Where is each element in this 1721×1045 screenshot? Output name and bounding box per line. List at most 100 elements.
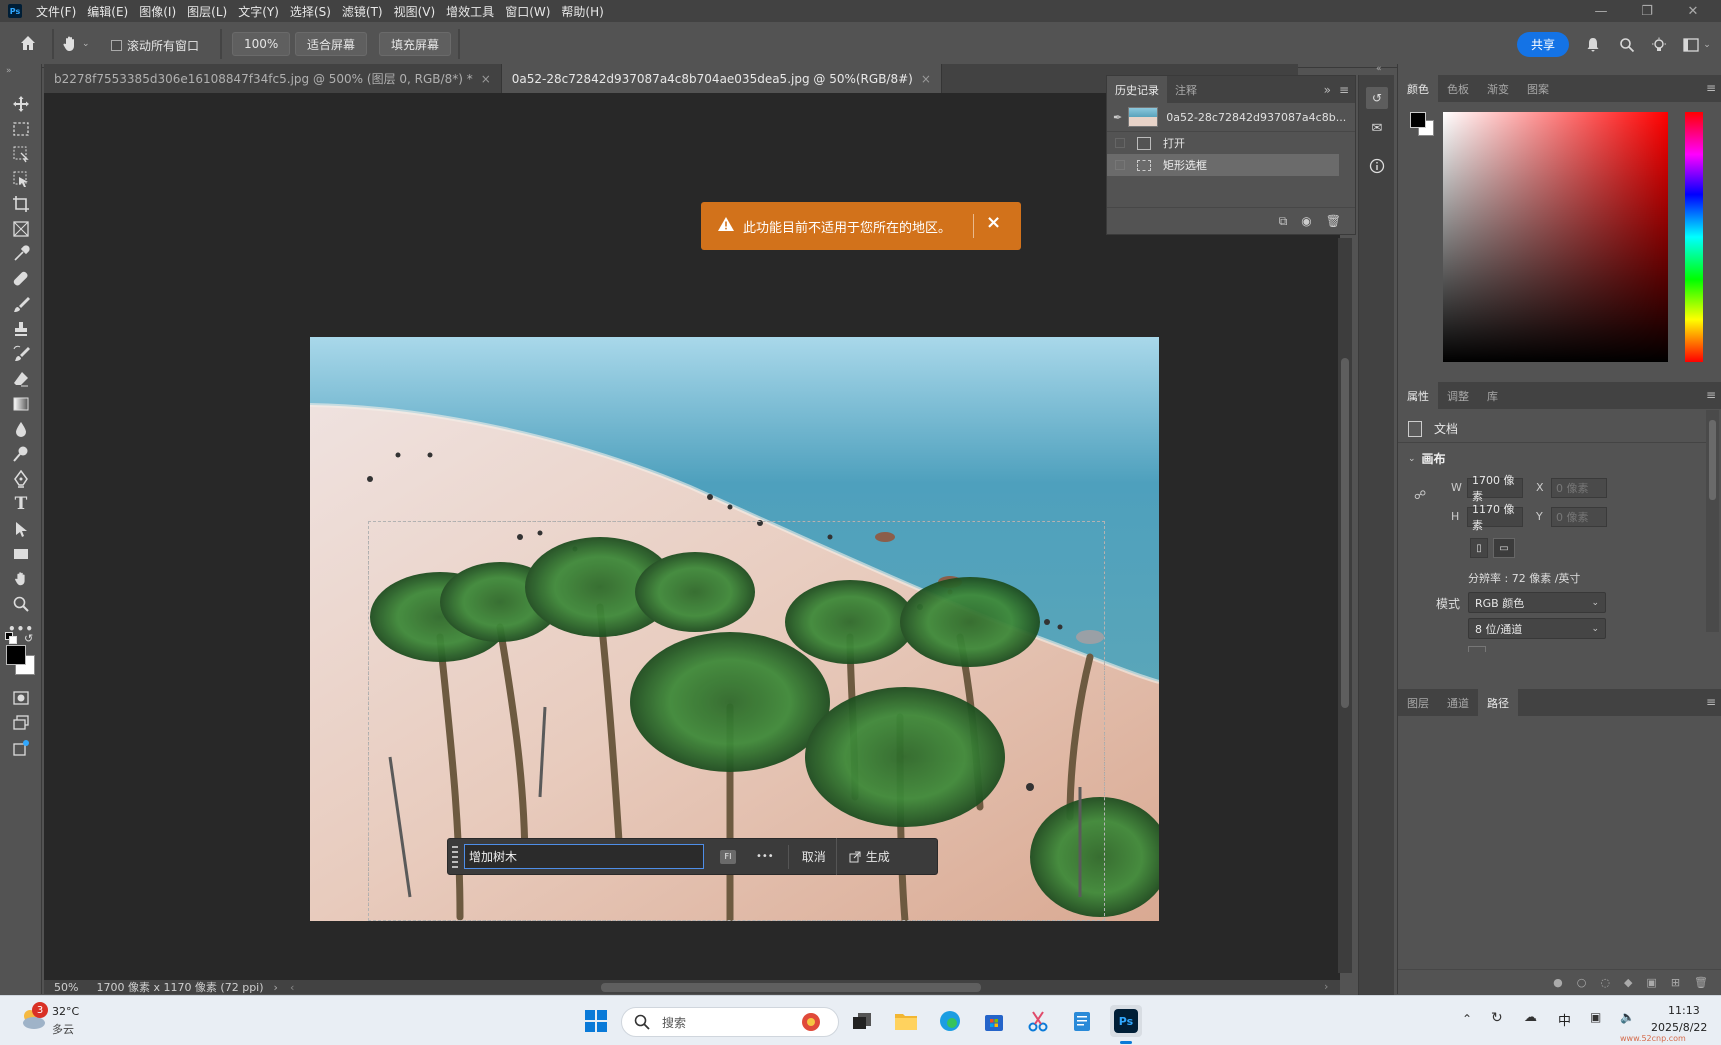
collapse-panels-icon[interactable]: «: [1376, 64, 1382, 74]
foreground-color-swatch[interactable]: [6, 645, 26, 665]
bell-icon[interactable]: [1582, 34, 1604, 56]
edit-toolbar-icon[interactable]: [10, 738, 32, 758]
history-step[interactable]: 打开: [1107, 132, 1355, 154]
swap-colors-icon[interactable]: ↺: [24, 632, 36, 645]
scroll-right-icon[interactable]: ›: [1324, 980, 1328, 993]
make-work-path-icon[interactable]: ◆: [1624, 976, 1632, 989]
hand-tool-preset-picker[interactable]: ⌄: [60, 33, 96, 55]
show-hidden-icons-icon[interactable]: ⌃: [1462, 1012, 1472, 1026]
tab-notes[interactable]: 注释: [1167, 76, 1205, 103]
menu-type[interactable]: 文字(Y): [238, 3, 279, 20]
cancel-button[interactable]: 取消: [802, 848, 826, 865]
volume-icon[interactable]: 🔈: [1620, 1010, 1635, 1024]
menu-edit[interactable]: 编辑(E): [87, 3, 128, 20]
history-step-checkbox[interactable]: [1115, 138, 1125, 148]
drag-handle-icon[interactable]: [452, 843, 458, 871]
search-icon[interactable]: [1616, 34, 1638, 56]
rectangle-tool-icon[interactable]: [10, 544, 32, 564]
properties-scroll-thumb[interactable]: [1709, 420, 1716, 500]
cloud-offline-icon[interactable]: ☁: [1524, 1010, 1537, 1025]
home-icon[interactable]: [18, 33, 42, 55]
zoom-level[interactable]: 50%: [54, 981, 78, 994]
scroll-all-checkbox[interactable]: [111, 40, 122, 51]
file-explorer-icon[interactable]: [890, 1005, 922, 1037]
panel-menu-icon[interactable]: ≡: [1706, 388, 1716, 402]
tab-history[interactable]: 历史记录: [1107, 76, 1167, 103]
horizontal-scroll-thumb[interactable]: [601, 983, 981, 992]
healing-brush-tool-icon[interactable]: [10, 269, 32, 289]
screen-mode-icon[interactable]: [10, 713, 32, 733]
history-snapshot[interactable]: ✒ 0a52-28c72842d937087a4c8b...: [1107, 103, 1355, 132]
object-selection-tool-icon[interactable]: [10, 144, 32, 164]
info-icon[interactable]: [1366, 155, 1388, 177]
edge-browser-icon[interactable]: [934, 1005, 966, 1037]
frame-tool-icon[interactable]: [10, 219, 32, 239]
generative-prompt-input[interactable]: [464, 844, 704, 869]
workspace-switcher-icon[interactable]: ⌄: [1680, 34, 1714, 56]
hue-slider[interactable]: [1685, 112, 1703, 362]
menu-layer[interactable]: 图层(L): [187, 3, 227, 20]
add-mask-icon[interactable]: ▣: [1646, 976, 1656, 989]
hand-tool-icon[interactable]: [10, 569, 32, 589]
history-step-selected[interactable]: 矩形选框: [1107, 154, 1339, 176]
default-colors-icon[interactable]: [5, 632, 17, 644]
vertical-scroll-thumb[interactable]: [1341, 358, 1349, 708]
collapse-toolbar-icon[interactable]: »: [6, 66, 12, 76]
x-field[interactable]: 0 像素: [1551, 478, 1607, 498]
eraser-tool-icon[interactable]: [10, 369, 32, 389]
generate-button[interactable]: 生成: [849, 848, 890, 865]
zoom-tool-icon[interactable]: [10, 594, 32, 614]
menu-select[interactable]: 选择(S): [290, 3, 331, 20]
vertical-scrollbar[interactable]: [1338, 238, 1352, 973]
firefly-badge-icon[interactable]: FI: [720, 849, 736, 864]
fill-screen-button[interactable]: 填充屏幕: [379, 32, 452, 56]
dodge-tool-icon[interactable]: [10, 444, 32, 464]
trash-icon[interactable]: 🗑: [1326, 214, 1341, 228]
tab-paths[interactable]: 路径: [1478, 689, 1518, 716]
tab-properties[interactable]: 属性: [1398, 382, 1438, 409]
properties-scrollbar[interactable]: [1706, 410, 1719, 632]
gradient-tool-icon[interactable]: [10, 394, 32, 414]
new-path-icon[interactable]: ⊞: [1671, 976, 1680, 989]
tab-channels[interactable]: 通道: [1438, 689, 1478, 716]
notepad-icon[interactable]: [1066, 1005, 1098, 1037]
camera-icon[interactable]: ◉: [1301, 214, 1311, 228]
y-field[interactable]: 0 像素: [1551, 507, 1607, 527]
menu-filter[interactable]: 滤镜(T): [342, 3, 383, 20]
zoom-100-button[interactable]: 100%: [232, 32, 291, 56]
more-options-icon[interactable]: •••: [756, 851, 774, 862]
task-view-icon[interactable]: [846, 1005, 878, 1037]
color-mode-select[interactable]: RGB 颜色 ⌄: [1468, 592, 1606, 613]
minimize-icon[interactable]: —: [1578, 0, 1624, 22]
link-dimensions-icon[interactable]: ☍: [1414, 488, 1426, 508]
canvas-section-header[interactable]: ⌄ 画布: [1408, 450, 1446, 467]
move-tool-icon[interactable]: [10, 94, 32, 114]
fit-screen-button[interactable]: 适合屏幕: [295, 32, 368, 56]
close-toast-icon[interactable]: ×: [986, 212, 1001, 233]
menu-window[interactable]: 窗口(W): [505, 3, 550, 20]
tab-swatches[interactable]: 色板: [1438, 75, 1478, 102]
brush-tool-icon[interactable]: [10, 294, 32, 314]
type-tool-icon[interactable]: T: [10, 494, 32, 514]
scroll-all-windows-option[interactable]: 滚动所有窗口: [111, 37, 199, 54]
comment-icon[interactable]: ✉: [1366, 117, 1388, 139]
pen-tool-icon[interactable]: [10, 469, 32, 489]
quick-mask-icon[interactable]: [10, 688, 32, 708]
marquee-tool-icon[interactable]: [10, 119, 32, 139]
taskbar-search-box[interactable]: 搜索: [621, 1007, 839, 1037]
photoshop-taskbar-icon[interactable]: Ps: [1110, 1005, 1142, 1037]
snipping-tool-icon[interactable]: [1022, 1005, 1054, 1037]
tab-adjustments[interactable]: 调整: [1438, 382, 1478, 409]
landscape-orientation-icon[interactable]: ▭: [1493, 538, 1515, 558]
tab-libraries[interactable]: 库: [1478, 382, 1507, 409]
menu-file[interactable]: 文件(F): [36, 3, 76, 20]
clone-stamp-tool-icon[interactable]: [10, 319, 32, 339]
menu-view[interactable]: 视图(V): [394, 3, 436, 20]
clock-date[interactable]: 2025/8/22: [1651, 1021, 1707, 1034]
share-button[interactable]: 共享: [1517, 32, 1569, 57]
status-menu-chevron-icon[interactable]: ›: [274, 981, 278, 994]
panel-menu-icon[interactable]: ≡: [1706, 695, 1716, 709]
lightbulb-icon[interactable]: [1648, 34, 1670, 56]
fill-path-icon[interactable]: ●: [1553, 976, 1563, 989]
start-button[interactable]: [580, 1005, 612, 1037]
